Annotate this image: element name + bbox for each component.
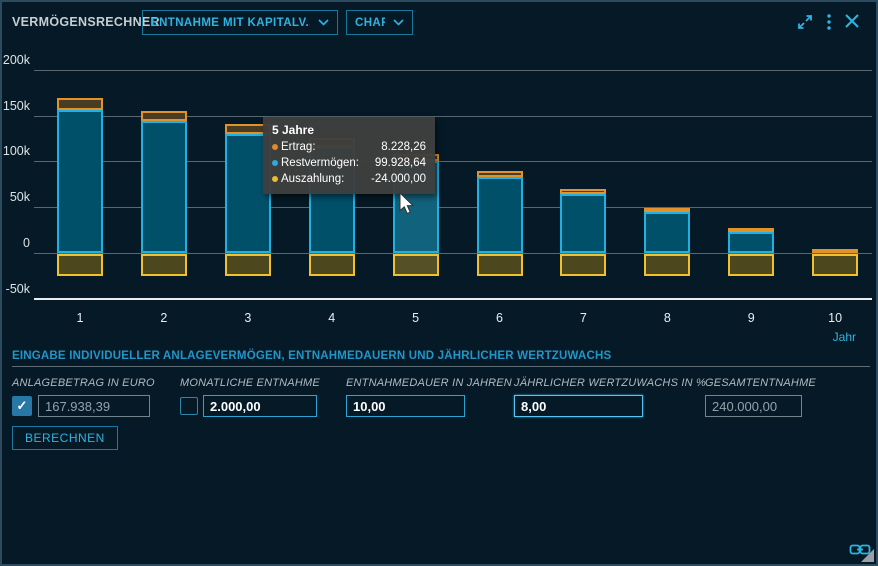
x-axis-tick-label: 10	[815, 311, 855, 325]
entnahmedauer-label: ENTNAHMEDAUER IN JAHREN	[346, 377, 512, 389]
bar-segment-auszahlung	[812, 254, 858, 276]
y-axis-tick-label: 150k	[2, 99, 30, 113]
gridline	[34, 70, 872, 71]
bar-segment-auszahlung	[57, 254, 103, 276]
close-icon[interactable]	[844, 13, 860, 34]
calculate-button[interactable]: BERECHNEN	[12, 426, 118, 450]
wertzuwachs-label: JÄHRLICHER WERTZUWACHS IN %	[514, 377, 706, 389]
y-axis-tick-label: 200k	[2, 53, 30, 67]
tooltip-value: 99.928,64	[375, 155, 426, 171]
calculation-type-dropdown[interactable]: ENTNAHME MIT KAPITALV...	[142, 10, 338, 35]
anlagebetrag-label: ANLAGEBETRAG IN EURO	[12, 377, 155, 389]
bar-segment-restvermoegen	[644, 212, 690, 253]
ertrag-bullet-icon	[272, 144, 278, 150]
tooltip-label: Ertrag:	[281, 139, 316, 155]
page-title: VERMÖGENSRECHNER	[12, 15, 160, 29]
restvermoegen-bullet-icon	[272, 160, 278, 166]
bar-segment-ertrag	[141, 111, 187, 122]
x-axis-tick-label: 4	[312, 311, 352, 325]
entnahmedauer-input[interactable]	[346, 395, 465, 417]
x-axis-tick-label: 7	[563, 311, 603, 325]
bar-segment-ertrag	[560, 189, 606, 194]
monatliche-entnahme-input[interactable]	[203, 395, 317, 417]
bar-segment-ertrag	[644, 208, 690, 212]
bar-segment-restvermoegen	[560, 194, 606, 253]
bar-segment-auszahlung	[225, 254, 271, 276]
tooltip-row-restvermoegen: Restvermögen: 99.928,64	[272, 155, 426, 171]
auszahlung-bullet-icon	[272, 176, 278, 182]
chart-tooltip: 5 Jahre Ertrag: 8.228,26 Restvermögen: 9…	[263, 117, 435, 194]
vermoegensrechner-widget: VERMÖGENSRECHNER ENTNAHME MIT KAPITALV..…	[0, 0, 878, 566]
wertzuwachs-input[interactable]	[514, 395, 643, 417]
tooltip-title: 5 Jahre	[272, 123, 426, 137]
bar-segment-auszahlung	[309, 254, 355, 276]
tooltip-value: -24.000,00	[371, 171, 426, 187]
x-axis-tick-label: 8	[647, 311, 687, 325]
y-axis-tick-label: 100k	[2, 144, 30, 158]
y-axis-tick-label: -50k	[2, 282, 30, 296]
x-axis-tick-label: 6	[480, 311, 520, 325]
x-axis-tick-label: 3	[228, 311, 268, 325]
x-axis-tick-label: 2	[144, 311, 184, 325]
x-axis-line	[34, 298, 872, 300]
calculation-type-value: ENTNAHME MIT KAPITALV...	[151, 17, 310, 29]
y-axis-tick-label: 0	[2, 236, 30, 250]
bar-segment-auszahlung	[477, 254, 523, 276]
bar-segment-restvermoegen	[57, 110, 103, 253]
anlagebetrag-input[interactable]	[38, 395, 150, 417]
chevron-down-icon	[318, 19, 329, 26]
checkbox-check-icon: ✓	[17, 398, 28, 414]
gesamtentnahme-input[interactable]	[705, 395, 802, 417]
bar-segment-restvermoegen	[728, 232, 774, 253]
chevron-down-icon	[393, 19, 404, 26]
bar-segment-ertrag	[57, 98, 103, 109]
tooltip-value: 8.228,26	[381, 139, 426, 155]
view-mode-value: CHART	[355, 17, 385, 29]
x-axis-tick-label: 5	[396, 311, 436, 325]
bar-segment-auszahlung	[393, 254, 439, 276]
y-axis-tick-label: 50k	[2, 190, 30, 204]
bar-segment-auszahlung	[644, 254, 690, 276]
bar-segment-restvermoegen	[141, 121, 187, 253]
x-axis-tick-label: 9	[731, 311, 771, 325]
input-section-title: EINGABE INDIVIDUELLER ANLAGEVERMÖGEN, EN…	[12, 350, 611, 362]
x-axis-title: Jahr	[833, 330, 856, 344]
gesamtentnahme-label: GESAMTENTNAHME	[705, 377, 816, 389]
bar-segment-ertrag	[812, 249, 858, 253]
bar-segment-ertrag	[477, 171, 523, 177]
bar-segment-auszahlung	[560, 254, 606, 276]
monatliche-entnahme-checkbox[interactable]	[180, 397, 198, 415]
anlagebetrag-checkbox[interactable]: ✓	[12, 396, 32, 416]
bar-segment-ertrag	[728, 228, 774, 232]
bar-segment-restvermoegen	[477, 177, 523, 253]
tooltip-row-ertrag: Ertrag: 8.228,26	[272, 139, 426, 155]
expand-icon[interactable]	[796, 13, 814, 36]
tooltip-label: Auszahlung:	[281, 171, 344, 187]
tooltip-row-auszahlung: Auszahlung: -24.000,00	[272, 171, 426, 187]
monatliche-entnahme-label: MONATLICHE ENTNAHME	[180, 377, 320, 389]
bar-segment-auszahlung	[728, 254, 774, 276]
view-mode-dropdown[interactable]: CHART	[346, 10, 413, 35]
bar-segment-auszahlung	[141, 254, 187, 276]
section-divider	[12, 366, 870, 367]
tooltip-label: Restvermögen:	[281, 155, 359, 171]
kebab-menu-icon[interactable]	[826, 13, 832, 36]
x-axis-tick-label: 1	[60, 311, 100, 325]
resize-handle[interactable]	[861, 549, 874, 562]
